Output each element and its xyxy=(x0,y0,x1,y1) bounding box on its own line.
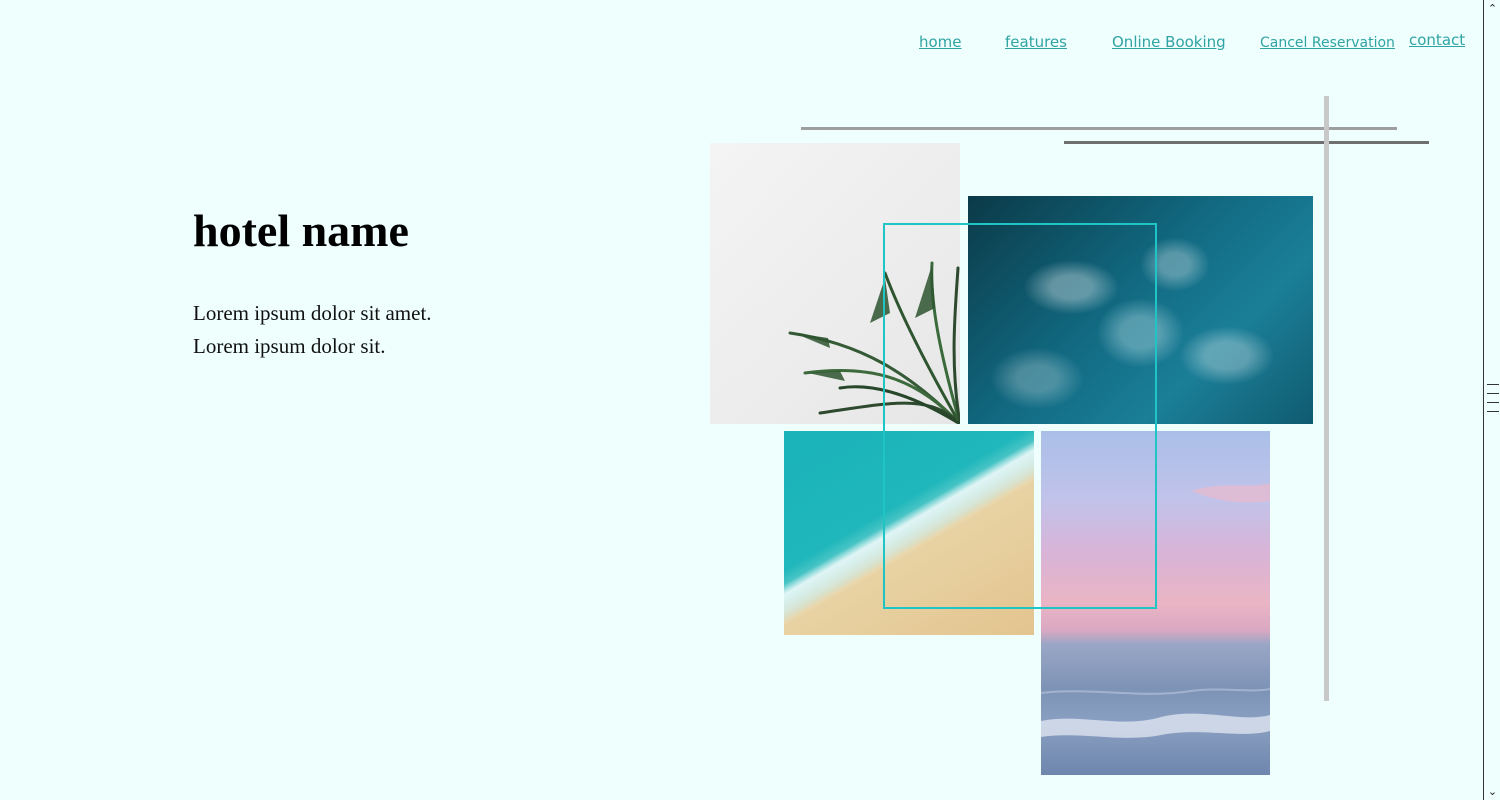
scroll-thumb[interactable] xyxy=(1487,384,1499,412)
hero-description: Lorem ipsum dolor sit amet. Lorem ipsum … xyxy=(193,297,432,363)
nav-link-contact[interactable]: contact xyxy=(1409,31,1465,49)
grip-line xyxy=(1487,411,1499,412)
decorative-line-top xyxy=(801,127,1397,130)
photo-palm-plant xyxy=(710,143,960,424)
photo-sunset-sea xyxy=(1041,431,1270,775)
vertical-scrollbar[interactable]: ⌃ ⌄ xyxy=(1483,0,1500,800)
hotel-name-title: hotel name xyxy=(193,205,409,256)
decorative-line-vertical xyxy=(1324,96,1329,701)
chevron-down-icon[interactable]: ⌄ xyxy=(1484,783,1500,800)
nav-link-online-booking[interactable]: Online Booking xyxy=(1112,33,1226,51)
hero-line-1: Lorem ipsum dolor sit amet. xyxy=(193,301,432,325)
photo-ocean-waves xyxy=(968,196,1313,424)
palm-plant-illustration xyxy=(788,261,960,424)
hero-line-2: Lorem ipsum dolor sit. xyxy=(193,334,386,358)
photo-beach-shore xyxy=(784,431,1034,635)
chevron-up-icon[interactable]: ⌃ xyxy=(1484,0,1500,17)
grip-line xyxy=(1487,402,1499,403)
grip-line xyxy=(1487,384,1499,385)
grip-line xyxy=(1487,393,1499,394)
nav-link-features[interactable]: features xyxy=(1005,33,1067,51)
nav-link-cancel-reservation[interactable]: Cancel Reservation xyxy=(1260,35,1395,51)
decorative-line-second xyxy=(1064,141,1429,144)
sunset-waves-illustration xyxy=(1041,483,1270,738)
nav-link-home[interactable]: home xyxy=(919,33,962,51)
